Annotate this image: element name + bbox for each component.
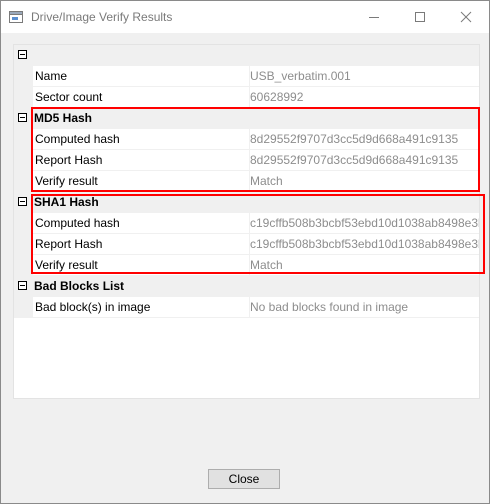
minimize-icon [369, 17, 379, 18]
property-row[interactable]: Report Hash c19cffb508b3bcbf53ebd10d1038… [14, 234, 479, 255]
property-name: Sector count [33, 87, 250, 108]
collapse-minus-icon[interactable] [18, 197, 27, 206]
property-value: 8d29552f9707d3cc5d9d668a491c9135 [248, 150, 479, 171]
property-value: USB_verbatim.001 [248, 66, 479, 87]
property-value: No bad blocks found in image [248, 297, 479, 318]
property-value: Match [248, 171, 479, 192]
property-name: Bad block(s) in image [33, 297, 250, 318]
collapse-minus-icon[interactable] [18, 281, 27, 290]
property-name: Computed hash [33, 129, 250, 150]
maximize-icon [415, 12, 425, 22]
category-bad-blocks-list[interactable]: Bad Blocks List [14, 276, 479, 297]
window-app-icon [9, 11, 23, 23]
category-general[interactable] [14, 45, 479, 66]
verify-results-window: Drive/Image Verify Results Name USB_verb… [0, 0, 490, 504]
property-name: Report Hash [33, 234, 250, 255]
property-value: 8d29552f9707d3cc5d9d668a491c9135 [248, 129, 479, 150]
title-bar[interactable]: Drive/Image Verify Results [1, 1, 489, 33]
property-name: Name [33, 66, 250, 87]
property-value: Match [248, 255, 479, 276]
close-window-button[interactable] [443, 1, 489, 33]
category-label: Bad Blocks List [34, 279, 125, 293]
property-row[interactable]: Sector count 60628992 [14, 87, 479, 108]
collapse-minus-icon[interactable] [18, 50, 27, 59]
property-value: c19cffb508b3bcbf53ebd10d1038ab8498e3b5 [248, 213, 479, 234]
property-row[interactable]: Report Hash 8d29552f9707d3cc5d9d668a491c… [14, 150, 479, 171]
close-button[interactable]: Close [208, 469, 280, 489]
category-sha1-hash[interactable]: SHA1 Hash [14, 192, 479, 213]
collapse-minus-icon[interactable] [18, 113, 27, 122]
property-row[interactable]: Computed hash c19cffb508b3bcbf53ebd10d10… [14, 213, 479, 234]
property-row[interactable]: Verify result Match [14, 255, 479, 276]
property-row[interactable]: Verify result Match [14, 171, 479, 192]
property-value: 60628992 [248, 87, 479, 108]
category-md5-hash[interactable]: MD5 Hash [14, 108, 479, 129]
property-row[interactable]: Name USB_verbatim.001 [14, 66, 479, 87]
category-label: SHA1 Hash [34, 195, 99, 209]
window-title: Drive/Image Verify Results [31, 10, 173, 24]
maximize-button[interactable] [397, 1, 443, 33]
minimize-button[interactable] [351, 1, 397, 33]
property-row[interactable]: Computed hash 8d29552f9707d3cc5d9d668a49… [14, 129, 479, 150]
property-row[interactable]: Bad block(s) in image No bad blocks foun… [14, 297, 479, 318]
property-value: c19cffb508b3bcbf53ebd10d1038ab8498e3b5 [248, 234, 479, 255]
close-icon [460, 11, 472, 23]
property-name: Verify result [33, 255, 250, 276]
property-name: Verify result [33, 171, 250, 192]
category-label: MD5 Hash [34, 111, 93, 125]
property-grid[interactable]: Name USB_verbatim.001 Sector count 60628… [13, 44, 480, 399]
property-name: Computed hash [33, 213, 250, 234]
property-name: Report Hash [33, 150, 250, 171]
